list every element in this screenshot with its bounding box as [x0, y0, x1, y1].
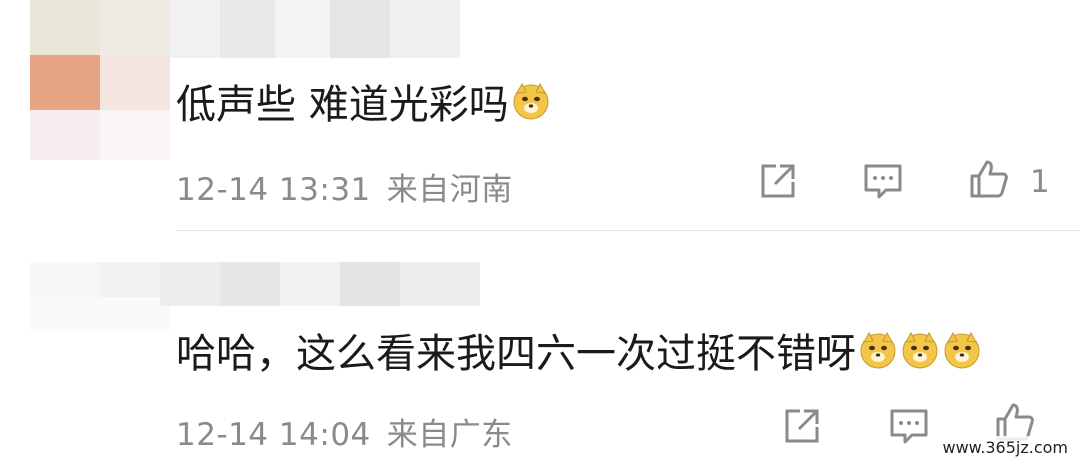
doge-emoji [944, 331, 980, 369]
comment-location: 来自广东 [386, 417, 513, 453]
comment-text: 低声些 难道光彩吗 [176, 76, 551, 128]
comment-body: 低声些 难道光彩吗 [176, 82, 509, 128]
doge-emoji [860, 331, 896, 369]
comment-time: 12-14 14:04 [176, 417, 371, 453]
comment-body: 哈哈，这么看来我四六一次过挺不错呀 [176, 331, 856, 377]
comment-location: 来自河南 [386, 172, 513, 208]
like-count: 1 [1030, 164, 1050, 200]
thumbs-up-icon[interactable] [968, 158, 1010, 200]
comment-icon[interactable] [888, 405, 930, 447]
share-icon[interactable] [780, 405, 822, 447]
comment-item: 哈哈，这么看来我四六一次过挺不错呀 12-14 14:04 来自广东 [0, 231, 1080, 463]
share-icon[interactable] [756, 160, 798, 202]
comment-text: 哈哈，这么看来我四六一次过挺不错呀 [176, 325, 982, 377]
doge-emoji [513, 82, 549, 120]
comment-time: 12-14 13:31 [176, 172, 371, 208]
comment-item: 低声些 难道光彩吗 12-14 13:31 来自河南 1 [0, 0, 1080, 230]
comment-meta: 12-14 13:31 来自河南 [176, 164, 513, 209]
comment-meta: 12-14 14:04 来自广东 [176, 409, 513, 454]
comment-icon[interactable] [862, 160, 904, 202]
watermark: www.365jz.com [936, 436, 1074, 459]
doge-emoji [902, 331, 938, 369]
